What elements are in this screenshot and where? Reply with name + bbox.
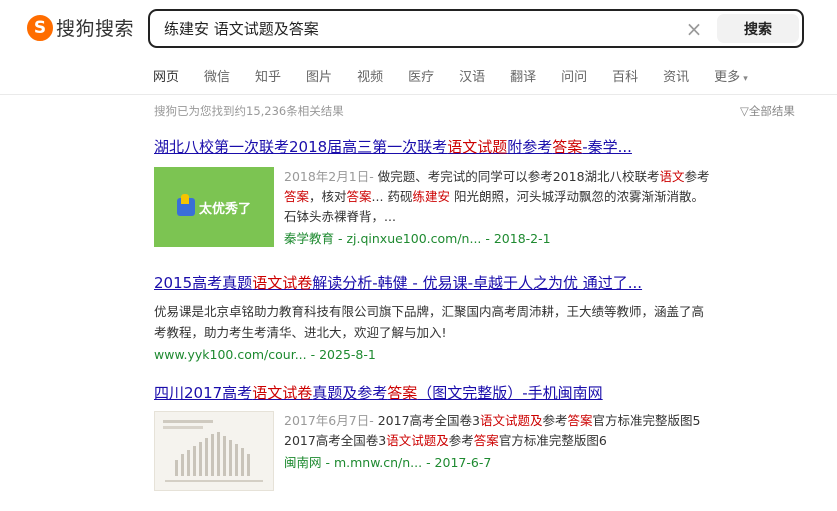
result-snippet: 2017年6月7日- 2017高考全国卷3语文试题及参考答案官方标准完整版图5 … xyxy=(284,411,714,451)
tab-video[interactable]: 视频 xyxy=(357,66,383,86)
result-source[interactable]: 闽南网 - m.mnw.cn/n... - 2017-6-7 xyxy=(284,453,714,473)
result-snippet: 2018年2月1日- 做完题、考完试的同学可以参考2018湖北八校联考语文参考答… xyxy=(284,167,714,227)
tab-more-label: 更多 xyxy=(714,70,741,85)
tab-zhihu[interactable]: 知乎 xyxy=(255,66,281,86)
filter-label: 全部结果 xyxy=(748,104,795,118)
result-title[interactable]: 2015高考真题语文试卷解读分析-韩健 - 优易课-卓越于人之为优 通过了... xyxy=(154,273,714,293)
result-snippet: 优易课是北京卓铭助力教育科技有限公司旗下品牌，汇聚国内高考周沛耕，王大绩等教师，… xyxy=(154,301,714,343)
result-date: 2018年2月1日- xyxy=(284,169,374,184)
filter-icon: ▽ xyxy=(740,104,749,118)
highlight-term: 答案 xyxy=(284,189,310,204)
text-segment: 参考 xyxy=(542,413,568,428)
text-segment: 优易课是北京卓铭助力教育科技有限公司旗下品牌，汇聚国内高考周沛耕，王大绩等教师，… xyxy=(154,304,705,340)
tab-hanyu[interactable]: 汉语 xyxy=(459,66,485,86)
logo-text: 搜狗搜索 xyxy=(56,18,135,40)
text-segment: 2017高考全国卷3 xyxy=(373,413,480,428)
text-segment: 参考 xyxy=(448,433,474,448)
sogou-logo-icon: S xyxy=(27,14,53,41)
highlight-term: 答案 xyxy=(346,189,372,204)
filter-button[interactable]: ▽全部结果 xyxy=(740,103,795,119)
tab-images[interactable]: 图片 xyxy=(306,66,332,86)
tab-medical[interactable]: 医疗 xyxy=(408,66,434,86)
clear-icon[interactable]: × xyxy=(681,17,707,41)
thumbs-up-icon xyxy=(176,194,195,216)
highlight-term: 答案 xyxy=(387,384,418,402)
tab-wenwen[interactable]: 问问 xyxy=(561,66,587,86)
result-item: 湖北八校第一次联考2018届高三第一次联考语文试题附参考答案-秦学... 太优秀… xyxy=(154,137,714,249)
result-count: 搜狗已为您找到约15,236条相关结果 xyxy=(154,104,344,118)
highlight-term: 答案 xyxy=(567,413,593,428)
text-segment: 附参考 xyxy=(507,138,553,156)
text-segment: 做完题、考完试的同学可以参考2018湖北八校联考 xyxy=(373,169,660,184)
highlight-term: 语文试卷 xyxy=(252,274,313,292)
result-item: 2015高考真题语文试卷解读分析-韩健 - 优易课-卓越于人之为优 通过了...… xyxy=(154,273,714,365)
text-segment: -秦学... xyxy=(582,138,632,156)
search-button[interactable]: 搜索 xyxy=(717,14,799,43)
result-source[interactable]: www.yyk100.com/cour... - 2025-8-1 xyxy=(154,345,714,365)
text-segment: 官方标准完整版图6 xyxy=(498,433,607,448)
highlight-term: 答案 xyxy=(552,138,583,156)
text-segment: ，核对 xyxy=(309,189,347,204)
logo[interactable]: S 搜狗搜索 xyxy=(27,14,134,41)
text-segment: （图文完整版）-手机闽南网 xyxy=(417,384,603,402)
search-box: × 搜索 xyxy=(148,9,804,48)
highlight-term: 语文试题及 xyxy=(386,433,449,448)
text-segment: 四川2017高考 xyxy=(154,384,253,402)
document-chart-icon xyxy=(163,420,263,482)
highlight-term: 语文试题 xyxy=(447,138,508,156)
highlight-term: 语文试题及 xyxy=(479,413,543,428)
highlight-term: 练建安 xyxy=(412,189,450,204)
tab-weixin[interactable]: 微信 xyxy=(204,66,230,86)
result-date: 2017年6月7日- xyxy=(284,413,374,428)
result-source[interactable]: 秦学教育 - zj.qinxue100.com/n... - 2018-2-1 xyxy=(284,229,714,249)
text-segment: 解读分析-韩健 - 优易课-卓越于人之为优 通过了... xyxy=(312,274,643,292)
result-thumbnail[interactable]: 太优秀了 xyxy=(154,167,274,247)
text-segment: 真题及参考 xyxy=(312,384,388,402)
chevron-down-icon: ▾ xyxy=(743,74,748,84)
tab-web[interactable]: 网页 xyxy=(153,66,179,86)
vertical-tabs: 网页 微信 知乎 图片 视频 医疗 汉语 翻译 问问 百科 资讯 更多 ▾ xyxy=(153,66,773,86)
text-segment: 参考 xyxy=(684,169,710,184)
tab-news[interactable]: 资讯 xyxy=(663,66,689,86)
search-input[interactable] xyxy=(150,18,681,39)
result-title[interactable]: 湖北八校第一次联考2018届高三第一次联考语文试题附参考答案-秦学... xyxy=(154,137,714,157)
text-segment: 2015高考真题 xyxy=(154,274,253,292)
text-segment: 湖北八校第一次联考2018届高三第一次联考 xyxy=(154,138,448,156)
header-divider xyxy=(0,94,837,95)
highlight-term: 语文 xyxy=(659,169,685,184)
result-thumbnail[interactable] xyxy=(154,411,274,491)
text-segment: ... 药砚 xyxy=(371,189,413,204)
highlight-term: 语文试卷 xyxy=(252,384,313,402)
tab-baike[interactable]: 百科 xyxy=(612,66,638,86)
result-item: 四川2017高考语文试卷真题及参考答案（图文完整版）-手机闽南网 2017年6月… xyxy=(154,383,714,491)
tab-more[interactable]: 更多 ▾ xyxy=(714,66,748,86)
tab-translate[interactable]: 翻译 xyxy=(510,66,536,86)
highlight-term: 答案 xyxy=(473,433,499,448)
thumbnail-text: 太优秀了 xyxy=(198,201,251,217)
result-title[interactable]: 四川2017高考语文试卷真题及参考答案（图文完整版）-手机闽南网 xyxy=(154,383,714,403)
